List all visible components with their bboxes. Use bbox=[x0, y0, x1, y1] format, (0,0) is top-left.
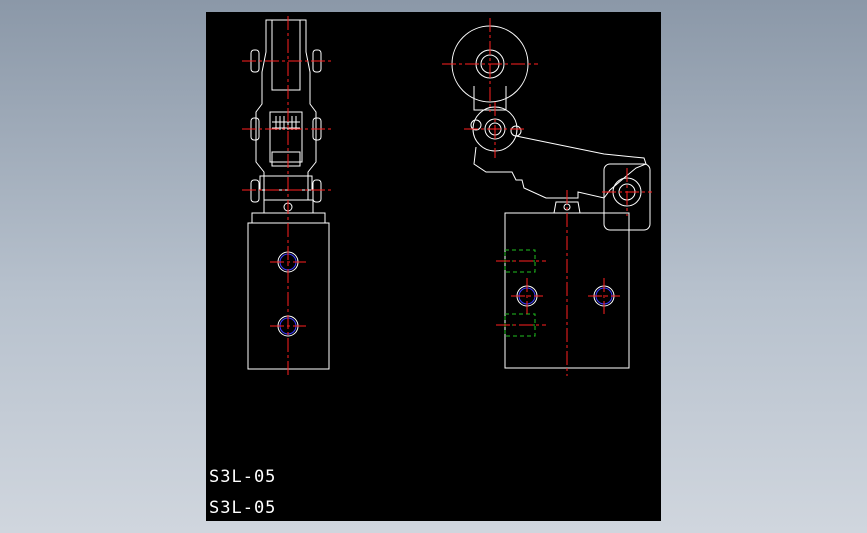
part-number-label: S3L-05 bbox=[209, 467, 277, 487]
front-lever-arm bbox=[255, 19, 317, 200]
front-centerlines bbox=[242, 16, 334, 377]
part-number-label-duplicate: S3L-05 bbox=[209, 498, 277, 518]
cad-drawing-canvas[interactable]: S3L-05 S3L-05 bbox=[206, 12, 661, 521]
drawing-svg bbox=[242, 16, 652, 377]
side-view bbox=[451, 25, 651, 369]
